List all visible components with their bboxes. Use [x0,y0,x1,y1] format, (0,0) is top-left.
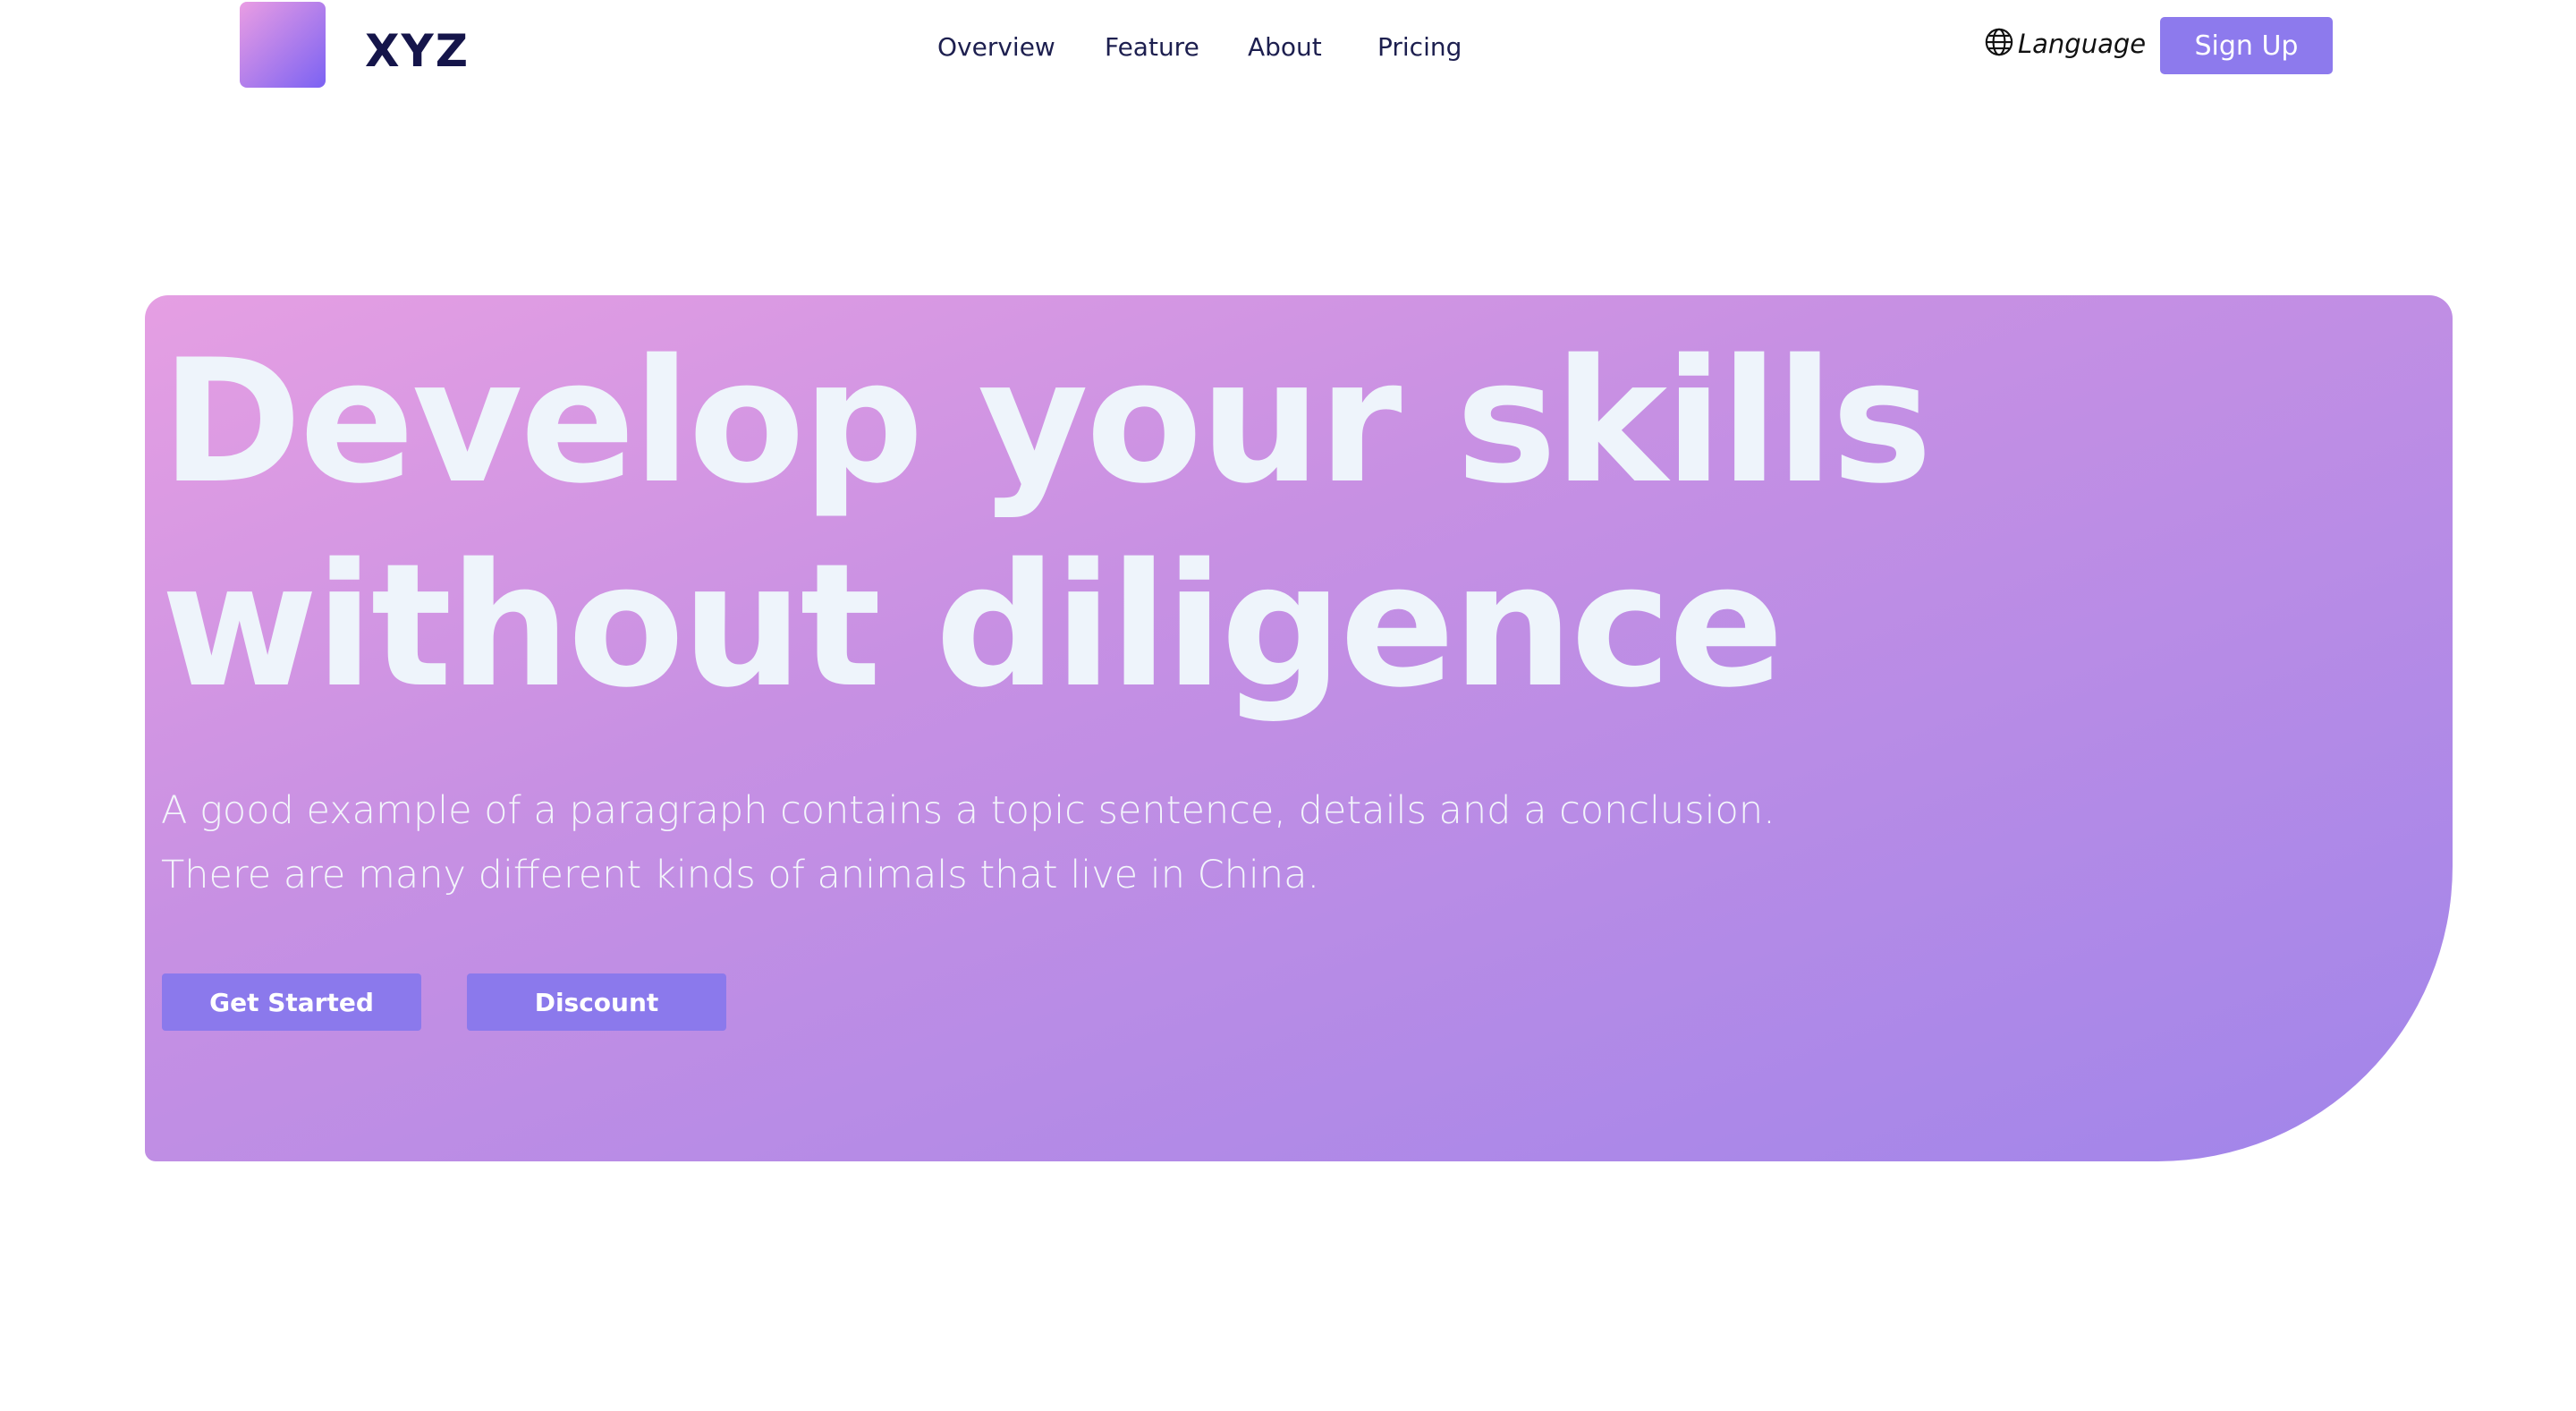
get-started-button[interactable]: Get Started [162,973,421,1031]
nav-link-feature[interactable]: Feature [1105,32,1199,62]
hero-subtitle-line-2: There are many different kinds of animal… [161,853,1320,897]
hero-subtitle: A good example of a paragraph contains a… [161,778,1775,907]
language-selector[interactable]: Language [1984,27,2146,61]
hero-subtitle-line-1: A good example of a paragraph contains a… [161,788,1775,833]
landing-page: XYZ Overview Feature About Pricing Langu… [0,0,2576,1411]
globe-icon [1984,27,2014,61]
nav-link-about[interactable]: About [1248,32,1322,62]
hero-title-line-2: without diligence [161,527,1784,725]
nav-link-pricing[interactable]: Pricing [1377,32,1462,62]
sign-up-button[interactable]: Sign Up [2160,17,2333,74]
nav-link-overview[interactable]: Overview [937,32,1055,62]
language-label: Language [2018,29,2147,59]
hero-title-line-1: Develop your skills [161,323,1933,521]
discount-button[interactable]: Discount [467,973,726,1031]
hero-title: Develop your skills without diligence [161,320,1933,728]
